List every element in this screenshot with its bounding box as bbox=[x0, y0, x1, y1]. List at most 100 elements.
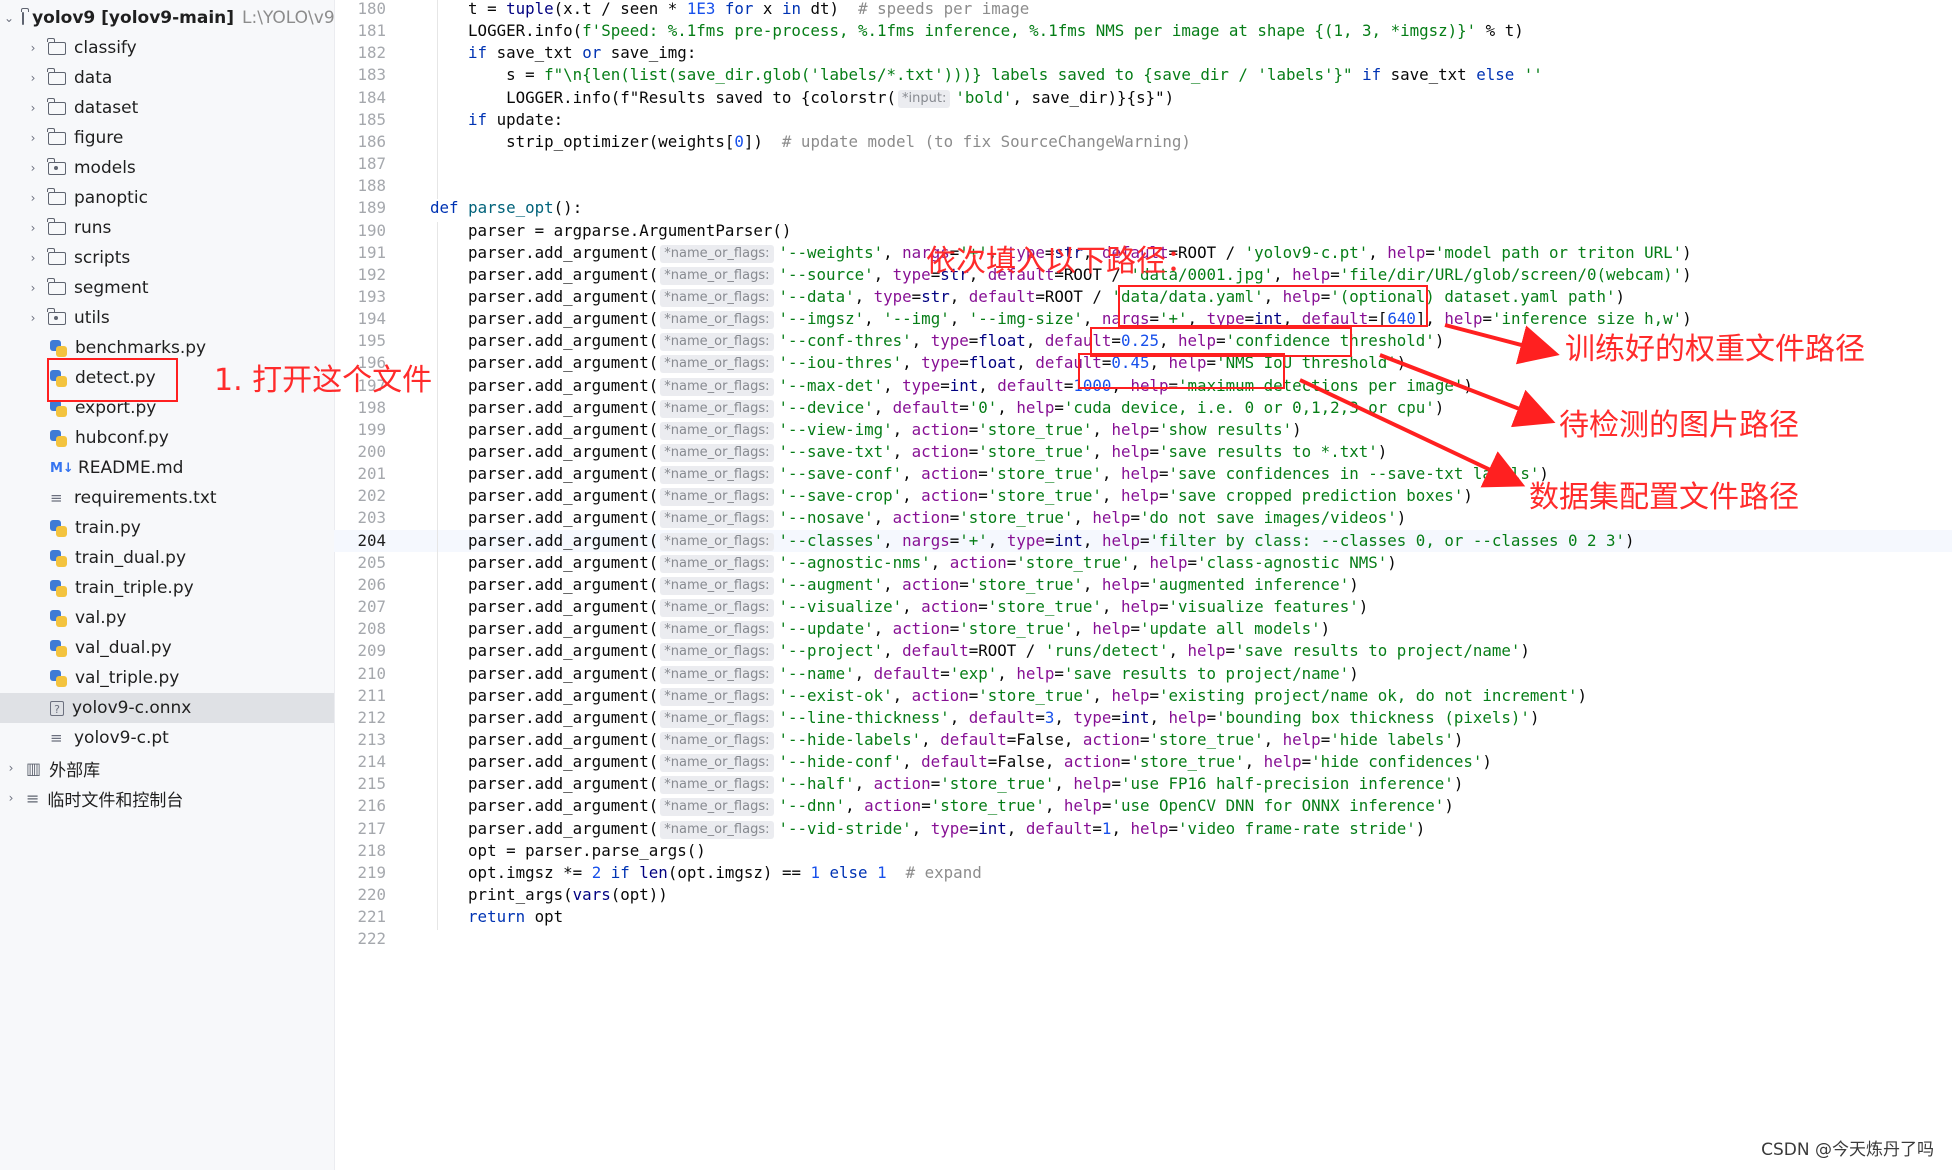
code-line[interactable]: 214 parser.add_argument(*name_or_flags: '… bbox=[334, 751, 1952, 773]
chevron-right-icon[interactable]: › bbox=[26, 161, 40, 175]
code-line[interactable]: 192 parser.add_argument(*name_or_flags: '… bbox=[334, 264, 1952, 286]
tree-folder-item[interactable]: › models bbox=[0, 153, 334, 183]
tree-file-item[interactable]: ? yolov9-c.onnx bbox=[0, 693, 334, 723]
tree-file-item[interactable]: export.py bbox=[0, 393, 334, 423]
code-text: parser.add_argument(*name_or_flags: '--sa… bbox=[430, 442, 1388, 462]
code-line[interactable]: 207 parser.add_argument(*name_or_flags: '… bbox=[334, 596, 1952, 618]
code-line[interactable]: 211 parser.add_argument(*name_or_flags: '… bbox=[334, 685, 1952, 707]
parameter-hint: *name_or_flags: bbox=[660, 377, 774, 396]
code-line[interactable]: 185 if update: bbox=[334, 109, 1952, 131]
chevron-right-icon[interactable]: › bbox=[26, 311, 40, 325]
tree-folder-item[interactable]: › data bbox=[0, 63, 334, 93]
code-line[interactable]: 208 parser.add_argument(*name_or_flags: '… bbox=[334, 618, 1952, 640]
code-line[interactable]: 183 s = f"\n{len(list(save_dir.glob('lab… bbox=[334, 64, 1952, 86]
chevron-down-icon[interactable]: ⌄ bbox=[4, 11, 14, 25]
line-number: 197 bbox=[357, 375, 386, 395]
tree-folder-item[interactable]: › scripts bbox=[0, 243, 334, 273]
tree-file-item[interactable]: ≡ requirements.txt bbox=[0, 483, 334, 513]
chevron-right-icon[interactable]: › bbox=[26, 281, 40, 295]
tree-folder-item[interactable]: › figure bbox=[0, 123, 334, 153]
tree-file-item[interactable]: ≡ yolov9-c.pt bbox=[0, 723, 334, 753]
tree-folder-item[interactable]: › segment bbox=[0, 273, 334, 303]
tree-file-item[interactable]: val_triple.py bbox=[0, 663, 334, 693]
tree-file-item[interactable]: train_dual.py bbox=[0, 543, 334, 573]
code-line[interactable]: 213 parser.add_argument(*name_or_flags: '… bbox=[334, 729, 1952, 751]
code-line[interactable]: 215 parser.add_argument(*name_or_flags: '… bbox=[334, 773, 1952, 795]
code-line[interactable]: 195 parser.add_argument(*name_or_flags: '… bbox=[334, 330, 1952, 352]
code-line[interactable]: 204 parser.add_argument(*name_or_flags: '… bbox=[334, 529, 1952, 552]
scratches-and-consoles[interactable]: › ≡ 临时文件和控制台 bbox=[0, 783, 334, 813]
parameter-hint: *name_or_flags: bbox=[660, 510, 774, 529]
code-text: parser.add_argument(*name_or_flags: '--hi… bbox=[430, 752, 1492, 773]
code-line[interactable]: 201 parser.add_argument(*name_or_flags: '… bbox=[334, 463, 1952, 485]
code-line[interactable]: 205 parser.add_argument(*name_or_flags: '… bbox=[334, 552, 1952, 574]
code-editor[interactable]: 180 t = tuple(x.t / seen * 1E3 for x in … bbox=[334, 0, 1952, 1170]
external-libraries[interactable]: › ▥ 外部库 bbox=[0, 753, 334, 783]
chevron-right-icon[interactable]: › bbox=[26, 71, 40, 85]
code-line[interactable]: 190 parser = argparse.ArgumentParser() bbox=[334, 220, 1952, 242]
code-line[interactable]: 191 parser.add_argument(*name_or_flags: '… bbox=[334, 242, 1952, 264]
code-line[interactable]: 180 t = tuple(x.t / seen * 1E3 for x in … bbox=[334, 0, 1952, 20]
code-line[interactable]: 199 parser.add_argument(*name_or_flags: '… bbox=[334, 419, 1952, 441]
code-line[interactable]: 219 opt.imgsz *= 2 if len(opt.imgsz) == … bbox=[334, 862, 1952, 884]
code-line[interactable]: 188 bbox=[334, 175, 1952, 197]
tree-file-item[interactable]: train.py bbox=[0, 513, 334, 543]
code-line[interactable]: 203 parser.add_argument(*name_or_flags: '… bbox=[334, 507, 1952, 529]
project-root[interactable]: ⌄ yolov9 [yolov9-main] L:\YOLO\v9\ bbox=[0, 3, 334, 33]
code-line[interactable]: 210 parser.add_argument(*name_or_flags: '… bbox=[334, 663, 1952, 685]
code-line[interactable]: 193 parser.add_argument(*name_or_flags: '… bbox=[334, 286, 1952, 308]
tree-item-label: benchmarks.py bbox=[75, 338, 207, 358]
code-text: parser.add_argument(*name_or_flags: '--vi… bbox=[430, 818, 1426, 839]
folder-icon bbox=[47, 97, 66, 115]
chevron-right-icon[interactable]: › bbox=[4, 761, 18, 775]
code-line[interactable]: 198 parser.add_argument(*name_or_flags: '… bbox=[334, 397, 1952, 419]
chevron-right-icon[interactable]: › bbox=[26, 221, 40, 235]
tree-file-item[interactable]: detect.py bbox=[0, 363, 334, 393]
tree-file-item[interactable]: val.py bbox=[0, 603, 334, 633]
code-line[interactable]: 197 parser.add_argument(*name_or_flags: '… bbox=[334, 375, 1952, 397]
tree-file-item[interactable]: hubconf.py bbox=[0, 423, 334, 453]
tree-folder-item[interactable]: › runs bbox=[0, 213, 334, 243]
code-line[interactable]: 187 bbox=[334, 153, 1952, 175]
code-text: parser.add_argument(*name_or_flags: '--da… bbox=[430, 286, 1626, 307]
line-number: 201 bbox=[357, 464, 386, 484]
code-line[interactable]: 202 parser.add_argument(*name_or_flags: '… bbox=[334, 485, 1952, 507]
parameter-hint: *name_or_flags: bbox=[660, 599, 774, 618]
chevron-right-icon[interactable]: › bbox=[26, 251, 40, 265]
code-line[interactable]: 194 parser.add_argument(*name_or_flags: '… bbox=[334, 308, 1952, 330]
code-line[interactable]: 181 LOGGER.info(f'Speed: %.1fms pre-proc… bbox=[334, 20, 1952, 42]
code-line[interactable]: 216 parser.add_argument(*name_or_flags: '… bbox=[334, 795, 1952, 817]
code-line[interactable]: 221 return opt bbox=[334, 906, 1952, 928]
code-line[interactable]: 184 LOGGER.info(f"Results saved to {colo… bbox=[334, 87, 1952, 109]
code-line[interactable]: 196 parser.add_argument(*name_or_flags: '… bbox=[334, 352, 1952, 374]
tree-folder-item[interactable]: › classify bbox=[0, 33, 334, 63]
tree-folder-item[interactable]: › utils bbox=[0, 303, 334, 333]
line-number: 183 bbox=[357, 65, 386, 85]
tree-file-item[interactable]: val_dual.py bbox=[0, 633, 334, 663]
code-line[interactable]: 189 def parse_opt(): bbox=[334, 197, 1952, 219]
line-number: 200 bbox=[357, 442, 386, 461]
code-line[interactable]: 182 if save_txt or save_img: bbox=[334, 42, 1952, 64]
code-line[interactable]: 200 parser.add_argument(*name_or_flags: '… bbox=[334, 441, 1952, 463]
code-line[interactable]: 222 bbox=[334, 928, 1952, 950]
code-line[interactable]: 212 parser.add_argument(*name_or_flags: '… bbox=[334, 707, 1952, 729]
code-line[interactable]: 206 parser.add_argument(*name_or_flags: '… bbox=[334, 574, 1952, 596]
chevron-right-icon[interactable]: › bbox=[4, 791, 18, 805]
chevron-right-icon[interactable]: › bbox=[26, 131, 40, 145]
code-line[interactable]: 186 strip_optimizer(weights[0]) # update… bbox=[334, 131, 1952, 153]
chevron-right-icon[interactable]: › bbox=[26, 101, 40, 115]
tree-file-item[interactable]: benchmarks.py bbox=[0, 333, 334, 363]
tree-file-item[interactable]: train_triple.py bbox=[0, 573, 334, 603]
chevron-right-icon[interactable]: › bbox=[26, 41, 40, 55]
python-file-icon bbox=[50, 669, 67, 687]
chevron-right-icon[interactable]: › bbox=[26, 191, 40, 205]
tree-folder-item[interactable]: › dataset bbox=[0, 93, 334, 123]
tree-file-item[interactable]: M↓ README.md bbox=[0, 453, 334, 483]
code-line[interactable]: 220 print_args(vars(opt)) bbox=[334, 884, 1952, 906]
code-line[interactable]: 218 opt = parser.parse_args() bbox=[334, 840, 1952, 862]
code-line[interactable]: 217 parser.add_argument(*name_or_flags: '… bbox=[334, 818, 1952, 840]
code-line[interactable]: 209 parser.add_argument(*name_or_flags: '… bbox=[334, 640, 1952, 662]
code-text: opt.imgsz *= 2 if len(opt.imgsz) == 1 el… bbox=[430, 862, 982, 882]
tree-folder-item[interactable]: › panoptic bbox=[0, 183, 334, 213]
code-text: parser.add_argument(*name_or_flags: '--ag… bbox=[430, 552, 1397, 573]
